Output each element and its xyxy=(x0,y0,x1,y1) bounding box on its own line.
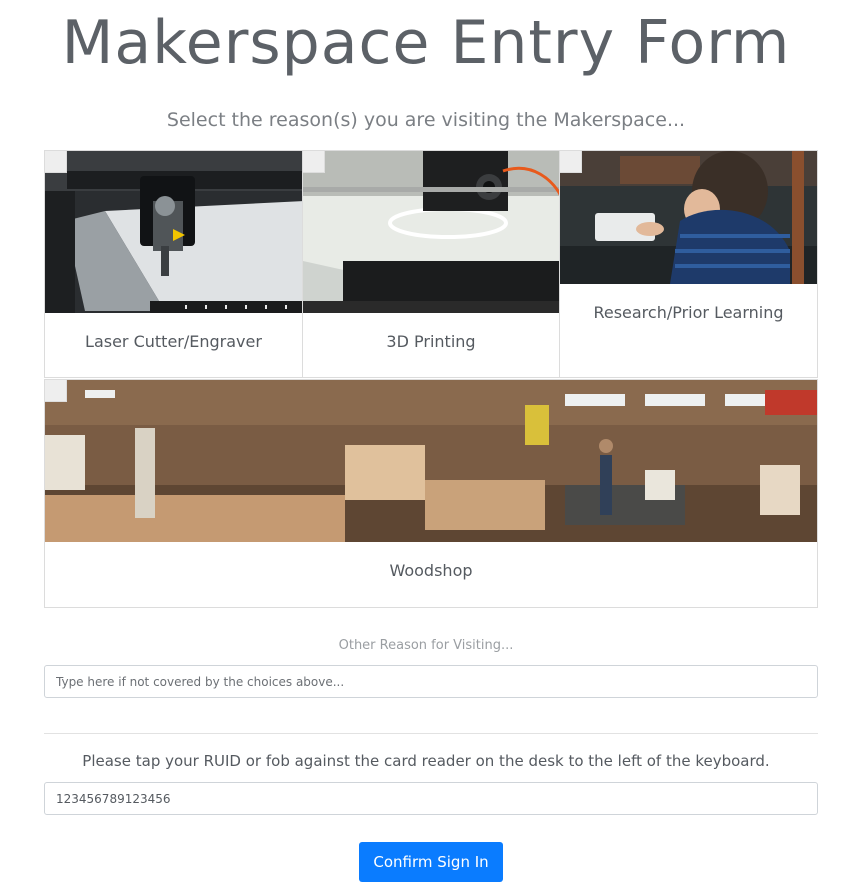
reason-card-laser-cutter[interactable]: Laser Cutter/Engraver xyxy=(44,150,303,378)
page-title: Makerspace Entry Form xyxy=(61,8,791,78)
reason-card-research[interactable]: Research/Prior Learning xyxy=(559,150,818,378)
section-divider xyxy=(44,733,818,734)
reason-checkbox-research[interactable] xyxy=(560,151,582,173)
reason-checkbox-3d-printing[interactable] xyxy=(303,151,325,173)
page-subtitle: Select the reason(s) you are visiting th… xyxy=(166,109,686,131)
confirm-sign-in-button[interactable]: Confirm Sign In xyxy=(359,842,503,882)
reason-label-woodshop: Woodshop xyxy=(389,561,473,580)
reason-label-research: Research/Prior Learning xyxy=(593,303,784,322)
reason-card-woodshop[interactable]: Woodshop xyxy=(44,379,818,608)
woodshop-photo xyxy=(45,380,817,542)
rfid-instructions: Please tap your RUID or fob against the … xyxy=(82,752,770,770)
rfid-input[interactable] xyxy=(44,782,818,815)
reason-card-3d-printing[interactable]: 3D Printing xyxy=(302,150,560,378)
child-tablet-photo xyxy=(560,151,817,284)
3d-printer-photo xyxy=(303,151,559,313)
reason-checkbox-woodshop[interactable] xyxy=(45,380,67,402)
laser-cutter-photo xyxy=(45,151,302,313)
reason-label-3d-printing: 3D Printing xyxy=(386,332,476,351)
other-reason-label: Other Reason for Visiting... xyxy=(338,638,514,653)
reason-label-laser-cutter: Laser Cutter/Engraver xyxy=(85,332,262,351)
other-reason-input[interactable] xyxy=(44,665,818,698)
reason-checkbox-laser-cutter[interactable] xyxy=(45,151,67,173)
